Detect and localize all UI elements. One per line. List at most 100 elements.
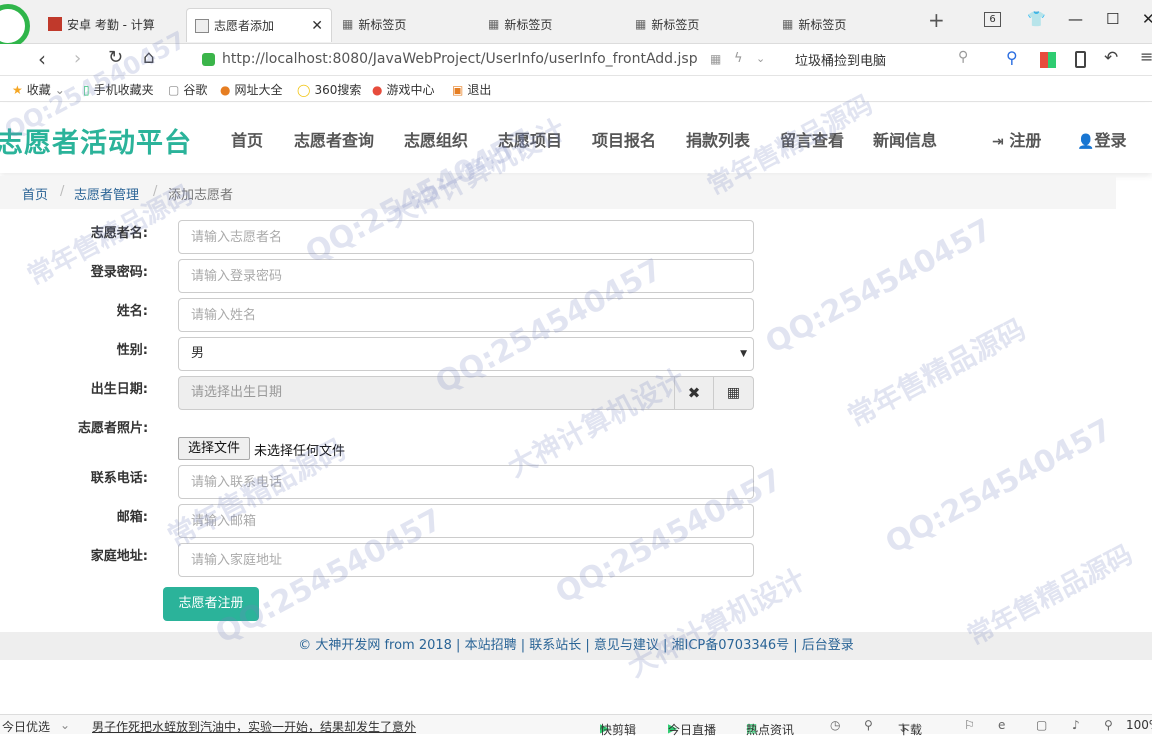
bookmark-games[interactable]: ● 游戏中心 bbox=[372, 81, 435, 98]
name-label: 志愿者名: bbox=[90, 226, 148, 241]
mobile-icon: ▯ bbox=[83, 82, 90, 97]
search-icon[interactable]: ⚲ bbox=[958, 49, 968, 65]
file-status: 未选择任何文件 bbox=[254, 444, 346, 459]
tab-grid-icon: ▦ bbox=[342, 17, 354, 31]
nav-item-organization[interactable]: 志愿组织 bbox=[404, 127, 468, 151]
tab-grid-icon: ▦ bbox=[488, 17, 500, 31]
zoom-search-icon[interactable]: ⚲ bbox=[1006, 48, 1018, 67]
nav-item-donations[interactable]: 捐款列表 bbox=[686, 127, 750, 151]
clock-icon[interactable]: ◷ bbox=[830, 718, 840, 732]
password-input[interactable] bbox=[178, 259, 754, 293]
star-icon: ★ bbox=[12, 82, 23, 97]
tab-label: 志愿者添加 bbox=[214, 19, 275, 33]
breadcrumb-home[interactable]: 首页 bbox=[22, 184, 48, 203]
tab-grid-icon: ▦ bbox=[782, 17, 794, 31]
menu-icon[interactable]: ≡ bbox=[1140, 47, 1152, 66]
birth-label: 出生日期: bbox=[90, 382, 148, 397]
birth-date-input[interactable]: 请选择出生日期 bbox=[178, 376, 714, 410]
zoom-level[interactable]: 100% bbox=[1126, 718, 1152, 732]
sign-in-icon: ⇥ bbox=[992, 134, 1004, 150]
watermark-text: 常年售精品源码 bbox=[842, 312, 1031, 434]
password-label: 登录密码: bbox=[90, 265, 148, 280]
undo-icon[interactable]: ↶ bbox=[1104, 48, 1118, 68]
site-footer: © 大神开发网 from 2018 | 本站招聘 | 联系站长 | 意见与建议 … bbox=[0, 632, 1152, 660]
clear-date-icon[interactable]: ✖ bbox=[674, 376, 714, 410]
nav-item-messages[interactable]: 留言查看 bbox=[780, 127, 844, 151]
qr-icon[interactable]: ▦ bbox=[710, 52, 721, 66]
tab-2-active[interactable]: 志愿者添加 ✕ bbox=[186, 8, 332, 42]
photo-label: 志愿者照片: bbox=[78, 421, 149, 436]
bookmark-directory[interactable]: ● 网址大全 bbox=[220, 81, 283, 98]
address-label: 家庭地址: bbox=[90, 549, 148, 564]
realname-input[interactable] bbox=[178, 298, 754, 332]
breadcrumb-section[interactable]: 志愿者管理 bbox=[74, 184, 139, 203]
nav-item-volunteer-query[interactable]: 志愿者查询 bbox=[294, 127, 374, 151]
tab-1[interactable]: 安卓 考勤 - 计算 bbox=[48, 10, 158, 38]
new-tab-plus-icon[interactable]: + bbox=[928, 8, 945, 32]
email-input[interactable] bbox=[178, 504, 754, 538]
close-window-icon[interactable]: ✕ bbox=[1142, 10, 1152, 28]
nav-item-projects[interactable]: 志愿项目 bbox=[498, 127, 562, 151]
reload-icon[interactable]: ↻ bbox=[108, 47, 123, 68]
breadcrumb-separator: / bbox=[60, 184, 65, 199]
zoom-icon[interactable]: ⚲ bbox=[1104, 718, 1113, 732]
chevron-down-icon[interactable]: ⌄ bbox=[756, 52, 765, 65]
maximize-icon[interactable]: ☐ bbox=[1106, 10, 1119, 28]
bookmark-exit[interactable]: ▣ 退出 bbox=[452, 81, 491, 98]
tab-label: 新标签页 bbox=[504, 17, 553, 32]
apps-icon[interactable] bbox=[1040, 52, 1056, 68]
window-icon[interactable]: ▢ bbox=[1036, 718, 1047, 732]
nav-item-home[interactable]: 首页 bbox=[231, 127, 263, 151]
minimize-icon[interactable]: — bbox=[1068, 10, 1083, 28]
bookmark-google[interactable]: ▢ 谷歌 bbox=[168, 81, 207, 98]
chevron-down-icon: ⌄ bbox=[60, 718, 71, 732]
choose-file-button[interactable]: 选择文件 bbox=[178, 437, 250, 460]
gender-select[interactable]: 男 ▼ bbox=[178, 337, 754, 371]
search-suggestion[interactable]: 垃圾桶捡到电脑 bbox=[795, 50, 886, 69]
tab-3[interactable]: ▦ 新标签页 bbox=[342, 10, 472, 38]
breadcrumb: 首页 / 志愿者管理 / 添加志愿者 bbox=[0, 176, 1116, 209]
login-link[interactable]: 👤登录 bbox=[1077, 127, 1126, 151]
volume-icon[interactable]: ♪ bbox=[1072, 718, 1080, 732]
bookmark-mobile[interactable]: ▯ 手机收藏夹 bbox=[83, 81, 154, 98]
bookmark-favorites[interactable]: ★ 收藏 ⌄ bbox=[12, 81, 65, 98]
tab-5[interactable]: ▦ 新标签页 bbox=[635, 10, 765, 38]
bookmark-360search[interactable]: ◯ 360搜索 bbox=[297, 81, 361, 98]
tab-label: 新标签页 bbox=[651, 17, 700, 32]
pin-icon[interactable]: ⚲ bbox=[864, 718, 873, 732]
nav-item-news[interactable]: 新闻信息 bbox=[873, 127, 937, 151]
news-headline[interactable]: 男子作死把水蛭放到汽油中，实验一开始，结果却发生了意外 bbox=[92, 718, 416, 735]
home-icon[interactable]: ⌂ bbox=[143, 47, 154, 68]
phone-icon[interactable] bbox=[1075, 51, 1086, 68]
register-link[interactable]: ⇥ 注册 bbox=[992, 127, 1041, 151]
phone-label: 联系电话: bbox=[90, 471, 148, 486]
tab-close-icon[interactable]: ✕ bbox=[311, 18, 323, 34]
ie-icon[interactable]: e bbox=[998, 718, 1005, 732]
tab-6[interactable]: ▦ 新标签页 bbox=[782, 10, 912, 38]
news-prefix: 今日优选 bbox=[2, 720, 51, 734]
exit-icon: ▣ bbox=[452, 82, 464, 97]
tab-favicon-icon bbox=[48, 17, 62, 31]
watermark-text: QQ:254540457 bbox=[880, 412, 1118, 561]
flag-icon[interactable]: ⚐ bbox=[964, 718, 975, 732]
back-icon[interactable]: ‹ bbox=[38, 47, 46, 71]
skin-shirt-icon[interactable]: 👕 bbox=[1027, 10, 1046, 28]
volunteer-name-input[interactable] bbox=[178, 220, 754, 254]
watermark-text: QQ:254540457 bbox=[760, 212, 998, 361]
address-input[interactable] bbox=[178, 543, 754, 577]
speed-icon[interactable]: ϟ bbox=[734, 51, 743, 66]
tab-4[interactable]: ▦ 新标签页 bbox=[488, 10, 618, 38]
gender-value: 男 bbox=[191, 346, 205, 361]
tab-count-badge[interactable]: 6 bbox=[984, 12, 1001, 27]
phone-input[interactable] bbox=[178, 465, 754, 499]
site-brand[interactable]: 志愿者活动平台 bbox=[0, 121, 192, 160]
nav-item-signup[interactable]: 项目报名 bbox=[592, 127, 656, 151]
register-volunteer-button[interactable]: 志愿者注册 bbox=[163, 587, 259, 621]
forward-icon[interactable]: › bbox=[74, 48, 81, 69]
calendar-icon[interactable]: ▦ bbox=[713, 376, 754, 410]
url-field[interactable]: http://localhost:8080/JavaWebProject/Use… bbox=[222, 51, 698, 67]
tab-label: 新标签页 bbox=[358, 17, 407, 32]
watermark-text: 大神计算机设计 bbox=[622, 562, 811, 684]
chevron-down-icon: ⌄ bbox=[54, 82, 65, 97]
game-icon: ● bbox=[372, 82, 383, 97]
